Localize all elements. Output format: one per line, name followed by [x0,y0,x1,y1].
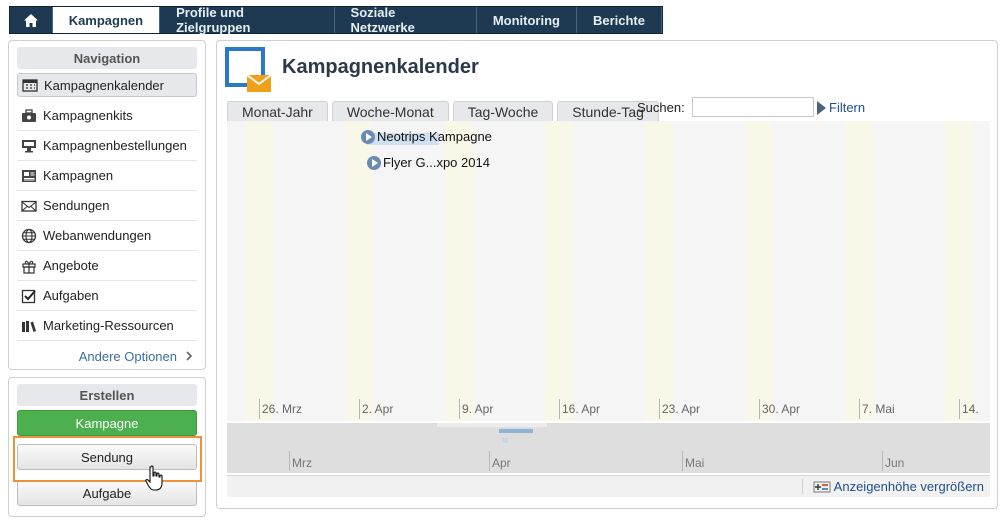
tab-kampagnen[interactable]: Kampagnen [52,7,161,33]
top-navigation: Kampagnen Profile und Zielgruppen Sozial… [9,5,663,35]
weekend-stripe [245,121,273,421]
mini-campaign-bar [502,438,508,443]
page-title: Kampagnenkalender [282,56,479,78]
nav-item-sendungen[interactable]: Sendungen [17,191,197,221]
nav-item-label: Kampagnenkits [43,108,133,123]
campaign-label: Flyer G...xpo 2014 [383,155,490,170]
week-label: 23. Apr [659,399,700,419]
tab-profile-und-zielgruppen[interactable]: Profile und Zielgruppen [160,5,335,35]
week-label: 16. Apr [559,399,600,419]
calendar-footer: Anzeigenhöhe vergrößern [227,475,990,497]
view-tabs: Monat-Jahr Woche-Monat Tag-Woche Stunde-… [227,101,663,121]
weekend-stripe [945,121,973,421]
kit-icon [21,108,37,124]
campaign-item[interactable]: Neotrips Kampagne [361,129,492,144]
create-campaign-button[interactable]: Kampagne [17,410,197,436]
create-title: Erstellen [17,384,197,406]
tab-tag-woche[interactable]: Tag-Woche [452,101,554,121]
weekend-stripe [545,121,573,421]
campaign-item[interactable]: Flyer G...xpo 2014 [367,155,490,170]
home-icon [23,13,38,27]
tab-soziale-netzwerke[interactable]: Soziale Netzwerke [335,5,477,35]
month-label: Mai [682,451,704,471]
month-label: Mrz [289,451,312,471]
books-icon [21,318,37,334]
envelope-icon [21,198,37,214]
weekend-stripe [645,121,673,421]
more-options-label: Andere Optionen [78,348,177,364]
nav-item-label: Angebote [43,258,99,273]
nav-item-label: Kampagnenkalender [44,77,164,93]
month-label: Apr [489,451,511,471]
week-label: 7. Mai [859,399,895,419]
week-label: 26. Mrz [259,399,302,419]
nav-item-label: Webanwendungen [43,228,152,243]
overview-scroll-thumb[interactable] [437,423,547,427]
navigation-panel: Navigation Kampagnenkalender Kampagnenki… [8,40,206,370]
week-label: 9. Apr [459,399,493,419]
weekend-stripe [745,121,773,421]
mini-campaign-bar [499,429,533,433]
create-task-button[interactable]: Aufgabe [17,480,197,506]
campaign-label: Neotrips Kampagne [377,129,492,144]
month-label: Jun [882,451,904,471]
globe-icon [21,228,37,244]
search-label: Suchen: [637,100,685,115]
expand-icon [813,481,831,492]
nav-item-label: Sendungen [43,198,110,213]
nav-item-label: Kampagnenbestellungen [43,138,187,153]
search-input[interactable] [692,97,814,117]
order-icon [21,138,37,154]
campaign-calendar-icon [225,47,272,92]
navigation-title: Navigation [17,47,197,69]
week-label: 2. Apr [359,399,393,419]
timeline-overview[interactable]: Mrz Apr Mai Jun [227,423,990,473]
weekend-stripe [845,121,873,421]
tab-woche-monat[interactable]: Woche-Monat [331,101,449,121]
tab-monat-jahr[interactable]: Monat-Jahr [227,101,328,121]
nav-item-label: Marketing-Ressourcen [43,318,174,333]
nav-item-kampagnenbestellungen[interactable]: Kampagnenbestellungen [17,131,197,161]
calendar-icon [22,77,38,93]
week-label: 30. Apr [759,399,800,419]
filter-label: Filtern [829,100,866,115]
nav-item-label: Aufgaben [43,288,99,303]
nav-item-label: Kampagnen [43,168,114,183]
play-icon [361,129,375,144]
nav-item-webanwendungen[interactable]: Webanwendungen [17,221,197,251]
more-options-link[interactable]: Andere Optionen [17,345,197,367]
filter-button[interactable]: Filtern [817,100,865,115]
tab-berichte[interactable]: Berichte [577,7,662,33]
week-axis: 26. Mrz 2. Apr 9. Apr 16. Apr 23. Apr 30… [227,399,990,419]
nav-item-kampagnen[interactable]: Kampagnen [17,161,197,191]
play-icon [367,155,381,170]
enlarge-display-button[interactable]: Anzeigenhöhe vergrößern [801,479,984,494]
week-label: 14. M [959,399,990,419]
highlight-frame [13,436,202,482]
nav-item-kampagnenkalender[interactable]: Kampagnenkalender [17,73,197,97]
chevron-right-icon [186,351,193,361]
play-arrow-icon [817,100,826,115]
main-panel: Kampagnenkalender Monat-Jahr Woche-Monat… [216,40,998,509]
nav-item-kampagnenkits[interactable]: Kampagnenkits [17,101,197,131]
nav-item-aufgaben[interactable]: Aufgaben [17,281,197,311]
home-button[interactable] [10,7,53,33]
nav-item-marketing-ressourcen[interactable]: Marketing-Ressourcen [17,311,197,341]
checkbox-icon [21,288,37,304]
gift-icon [21,258,37,274]
campaign-icon [21,168,37,184]
calendar-grid[interactable]: Neotrips Kampagne Flyer G...xpo 2014 26.… [227,121,990,421]
hand-cursor-icon [145,465,163,491]
tab-monitoring[interactable]: Monitoring [477,7,577,33]
nav-item-angebote[interactable]: Angebote [17,251,197,281]
enlarge-display-label: Anzeigenhöhe vergrößern [833,479,984,494]
